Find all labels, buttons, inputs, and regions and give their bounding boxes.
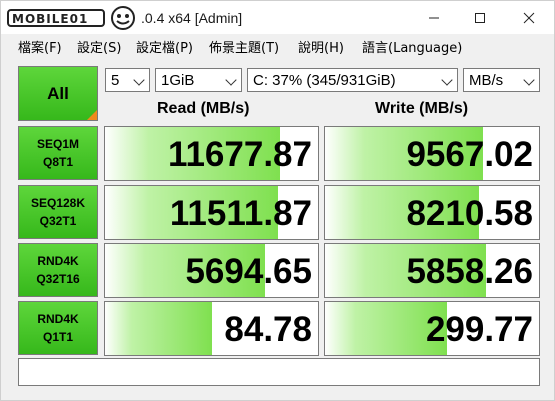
menu-bar: 檔案(F) 設定(S) 設定檔(P) 佈景主題(T) 說明(H) 語言(Lang… [1,35,554,57]
menu-file[interactable]: 檔案(F) [18,37,62,56]
read-result-0: 11677.87 [104,126,319,181]
minimize-icon [429,17,439,18]
test-label-line2: Q32T1 [39,214,77,228]
all-button-corner [87,110,97,120]
read-value: 84.78 [224,310,312,349]
write-result-2: 5858.26 [324,243,540,298]
write-header: Write (MB/s) [375,100,469,117]
maximize-icon [475,12,485,23]
menu-language[interactable]: 語言(Language) [362,37,462,56]
title-bar: MOBILE01 .0.4 x64 [Admin] [1,1,554,34]
chevron-down-icon [441,74,453,86]
menu-help[interactable]: 說明(H) [298,37,344,56]
test-size-value: 1GiB [161,71,195,89]
svg-text:MOBILE01: MOBILE01 [12,12,88,26]
read-result-1: 11511.87 [104,185,319,240]
window-title: .0.4 x64 [Admin] [141,10,243,26]
drive-select[interactable]: C: 37% (345/931GiB) [247,68,458,92]
mobile01-logo: MOBILE01 [7,5,139,31]
test-count-select[interactable]: 5 [105,68,150,92]
minimize-button[interactable] [411,1,457,34]
test-size-select[interactable]: 1GiB [155,68,242,92]
test-label-line1: RND4K [37,312,79,326]
app-window: MOBILE01 .0.4 x64 [Admin] 檔案(F) 設定(S) 設定… [0,0,555,401]
read-result-2: 5694.65 [104,243,319,298]
read-value: 5694.65 [185,252,312,291]
menu-profile[interactable]: 設定檔(P) [136,37,193,56]
read-value: 11511.87 [169,194,312,233]
maximize-button[interactable] [457,1,503,34]
close-icon [523,12,535,23]
unit-value: MB/s [469,71,504,89]
read-result-3: 84.78 [104,301,319,356]
menu-theme[interactable]: 佈景主題(T) [209,37,279,56]
test-count-value: 5 [111,71,120,89]
test-button-1[interactable]: SEQ128K Q32T1 [18,185,98,239]
read-header: Read (MB/s) [157,100,250,117]
write-result-1: 8210.58 [324,185,540,240]
chevron-down-icon [133,74,145,86]
chevron-down-icon [225,74,237,86]
read-value: 11677.87 [167,135,312,174]
drive-value: C: 37% (345/931GiB) [253,71,396,89]
test-label-line2: Q8T1 [42,155,73,169]
test-label-line1: RND4K [37,254,79,268]
test-label-line2: Q32T16 [36,272,80,286]
test-label-line2: Q1T1 [42,330,73,344]
status-bar [18,358,540,386]
write-value: 9567.02 [406,135,533,174]
read-progress-bar [105,302,212,355]
all-button-label: All [47,83,69,103]
test-button-3[interactable]: RND4K Q1T1 [18,301,98,355]
write-result-3: 299.77 [324,301,540,356]
all-button[interactable]: All [18,66,98,121]
write-value: 299.77 [425,310,533,349]
test-label-line1: SEQ128K [30,196,86,210]
test-button-0[interactable]: SEQ1M Q8T1 [18,126,98,180]
menu-settings[interactable]: 設定(S) [77,37,121,56]
write-value: 8210.58 [406,194,533,233]
unit-select[interactable]: MB/s [463,68,540,92]
chevron-down-icon [523,74,535,86]
close-button[interactable] [506,1,552,34]
write-result-0: 9567.02 [324,126,540,181]
write-value: 5858.26 [406,252,533,291]
test-label-line1: SEQ1M [36,137,79,151]
test-button-2[interactable]: RND4K Q32T16 [18,243,98,297]
